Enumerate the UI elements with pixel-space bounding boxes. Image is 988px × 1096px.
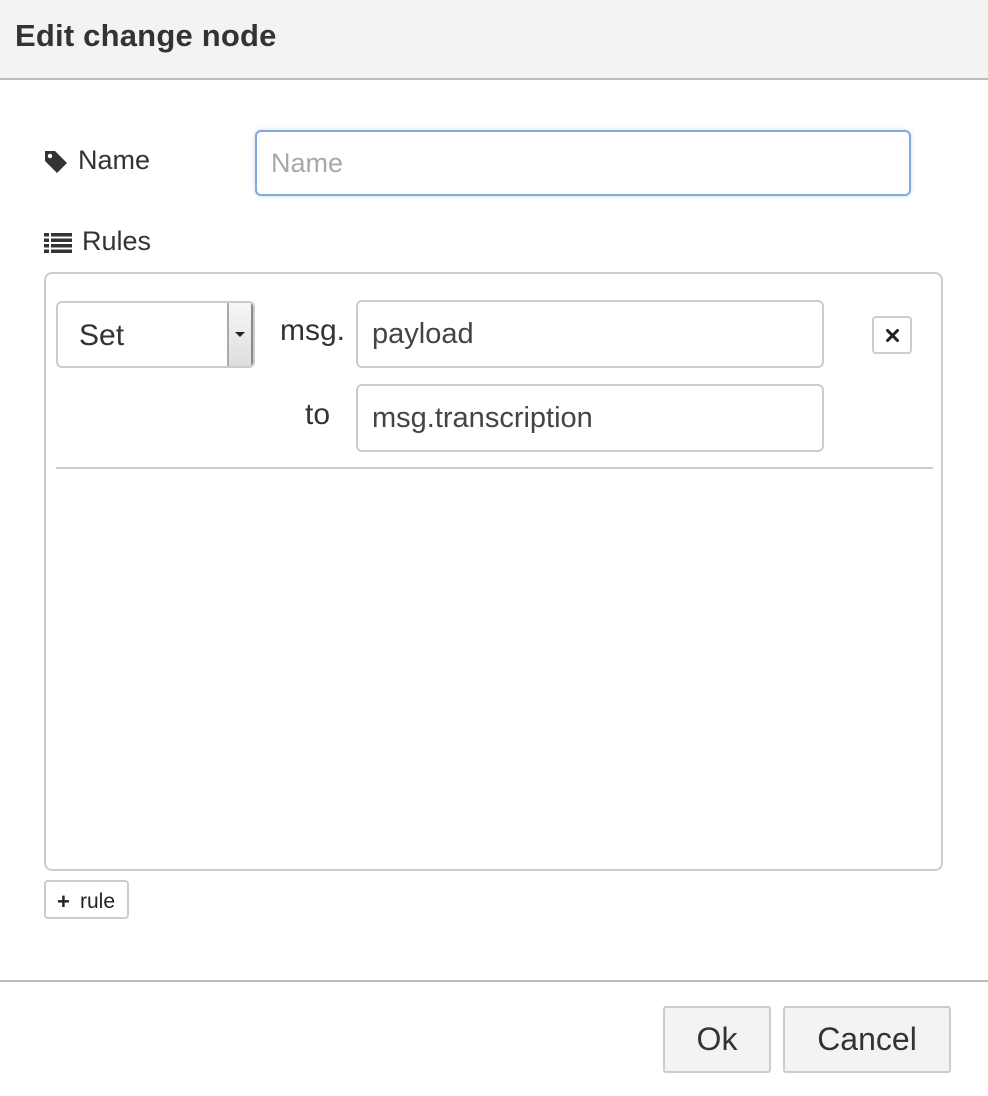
dialog-title: Edit change node	[15, 18, 277, 53]
edit-change-node-dialog: Edit change node Name Rules Set msg.	[0, 0, 988, 1096]
tag-icon	[44, 150, 68, 174]
footer-divider	[0, 980, 988, 982]
ok-button[interactable]: Ok	[663, 1006, 771, 1073]
remove-rule-button[interactable]	[872, 316, 912, 354]
cancel-button[interactable]: Cancel	[783, 1006, 951, 1073]
add-rule-label: rule	[80, 890, 116, 913]
msg-prefix-label: msg.	[280, 314, 346, 347]
dialog-titlebar: Edit change node	[0, 0, 988, 80]
name-label: Name	[78, 145, 151, 175]
rule-value-input[interactable]	[356, 384, 824, 452]
add-rule-button[interactable]: + rule	[44, 880, 129, 919]
plus-icon: +	[57, 889, 70, 914]
rule-action-value: Set	[79, 319, 125, 352]
rules-label: Rules	[82, 226, 152, 256]
close-icon	[886, 329, 899, 342]
to-label: to	[305, 398, 331, 431]
list-icon	[44, 233, 72, 253]
rule-action-select[interactable]: Set	[56, 301, 255, 368]
name-input[interactable]	[255, 130, 911, 196]
chevron-down-icon[interactable]	[227, 303, 253, 366]
rule-property-input[interactable]	[356, 300, 824, 368]
rule-divider	[56, 467, 933, 469]
